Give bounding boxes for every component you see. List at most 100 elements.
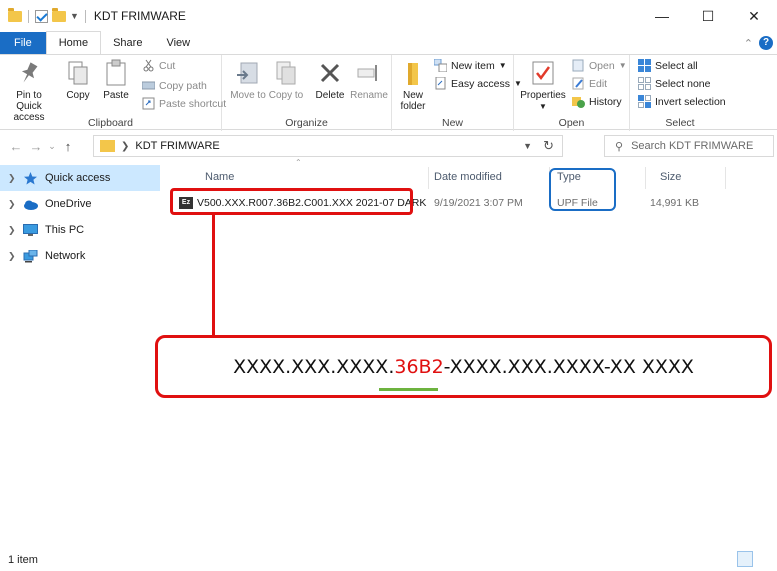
properties-check-icon bbox=[530, 59, 556, 87]
new-group-label: New bbox=[441, 117, 463, 129]
forward-arrow-icon[interactable]: → bbox=[26, 139, 46, 154]
copy-to-button[interactable]: Copy to bbox=[268, 59, 304, 101]
organize-group-label: Organize bbox=[285, 117, 328, 129]
properties-button[interactable]: Properties ▼ bbox=[518, 59, 568, 112]
column-header-name[interactable]: Name bbox=[205, 165, 234, 189]
open-icon bbox=[572, 59, 585, 72]
invert-selection-button[interactable]: Invert selection bbox=[638, 95, 726, 108]
copy-path-button[interactable]: Copy path bbox=[141, 79, 207, 92]
select-none-button[interactable]: Select none bbox=[638, 77, 710, 90]
monitor-icon bbox=[23, 223, 38, 237]
new-folder-button[interactable]: New folder bbox=[396, 59, 430, 112]
easy-access-icon bbox=[434, 76, 447, 90]
chevron-right-icon[interactable]: ❯ bbox=[8, 251, 16, 262]
copy-button[interactable]: Copy bbox=[60, 59, 96, 101]
window-controls: — ☐ ✕ bbox=[639, 0, 777, 32]
column-header-date-modified[interactable]: Date modified bbox=[434, 165, 502, 189]
paste-shortcut-button[interactable]: Paste shortcut bbox=[142, 97, 226, 110]
copy-icon bbox=[65, 59, 91, 87]
column-divider[interactable] bbox=[645, 167, 646, 189]
filename-callout: XXXX.XXX.XXXX. 36B2 -XXXX.XXX.XXXX-XX XXXX bbox=[155, 335, 772, 398]
select-all-button[interactable]: Select all bbox=[638, 59, 698, 72]
column-header-size[interactable]: Size bbox=[660, 165, 681, 189]
sidebar-item-quick-access[interactable]: ❯ Quick access bbox=[0, 165, 160, 191]
breadcrumb-chevron-icon[interactable]: ❯ bbox=[121, 141, 129, 152]
sidebar-item-onedrive[interactable]: ❯ OneDrive bbox=[0, 191, 160, 217]
recent-locations-icon[interactable]: ⌄ bbox=[46, 141, 58, 152]
cut-button[interactable]: Cut bbox=[142, 59, 175, 72]
new-item-icon bbox=[433, 58, 448, 73]
clipboard-group-label: Clipboard bbox=[88, 117, 133, 129]
cloud-icon bbox=[23, 198, 38, 211]
column-divider[interactable] bbox=[725, 167, 726, 189]
new-folder-icon[interactable] bbox=[52, 7, 66, 22]
properties-icon[interactable] bbox=[35, 9, 48, 23]
divider bbox=[28, 9, 29, 23]
sidebar-item-network[interactable]: ❯ Network bbox=[0, 243, 160, 269]
organize-group: Move to Copy to Delete Rename Organize bbox=[222, 55, 392, 131]
pin-icon bbox=[16, 59, 42, 87]
up-arrow-icon[interactable]: ↑ bbox=[58, 139, 78, 154]
column-divider[interactable] bbox=[428, 167, 429, 189]
new-folder-icon bbox=[400, 59, 426, 87]
paste-button[interactable]: Paste bbox=[98, 59, 134, 101]
large-icons-view-icon[interactable] bbox=[755, 551, 771, 567]
address-bar[interactable]: ❯ KDT FRIMWARE ▼ ↻ bbox=[93, 135, 563, 157]
item-count: 1 item bbox=[8, 553, 38, 566]
search-icon: ⚲ bbox=[615, 140, 624, 153]
easy-access-button[interactable]: Easy access ▼ bbox=[434, 76, 522, 90]
open-group: Properties ▼ Open ▼ Edit History Open bbox=[514, 55, 630, 131]
tab-share[interactable]: Share bbox=[101, 32, 154, 54]
new-item-button[interactable]: New item ▼ bbox=[433, 58, 507, 73]
customize-toolbar-icon[interactable]: ▼ bbox=[70, 11, 79, 21]
pin-to-quick-access-button[interactable]: Pin to Quick access bbox=[4, 59, 54, 123]
chevron-right-icon[interactable]: ❯ bbox=[8, 173, 16, 184]
search-input[interactable]: ⚲ Search KDT FRIMWARE bbox=[604, 135, 774, 157]
minimize-button[interactable]: — bbox=[639, 0, 685, 32]
highlight-underline bbox=[379, 388, 438, 391]
chevron-right-icon[interactable]: ❯ bbox=[8, 225, 16, 236]
rename-button[interactable]: Rename bbox=[350, 59, 388, 101]
tab-view[interactable]: View bbox=[154, 32, 202, 54]
star-icon bbox=[23, 171, 38, 185]
filename-highlight-box bbox=[170, 188, 413, 215]
select-none-icon bbox=[638, 77, 651, 90]
callout-prefix: XXXX.XXX.XXXX. bbox=[233, 355, 395, 378]
sort-ascending-icon: ⌃ bbox=[295, 158, 302, 167]
folder-icon bbox=[8, 7, 22, 22]
help-icon[interactable]: ? bbox=[759, 36, 773, 50]
open-group-label: Open bbox=[558, 117, 585, 129]
tab-home[interactable]: Home bbox=[45, 31, 102, 54]
move-to-icon bbox=[235, 59, 261, 87]
network-icon bbox=[23, 249, 38, 263]
paste-shortcut-icon bbox=[142, 97, 155, 110]
close-button[interactable]: ✕ bbox=[731, 0, 777, 32]
collapse-ribbon-icon[interactable]: ⌃ bbox=[744, 37, 753, 50]
refresh-icon[interactable]: ↻ bbox=[543, 138, 554, 154]
chevron-right-icon[interactable]: ❯ bbox=[8, 199, 16, 210]
file-date-modified: 9/19/2021 3:07 PM bbox=[434, 197, 523, 209]
window-title: KDT FRIMWARE bbox=[93, 9, 186, 23]
title-bar: ▼ KDT FRIMWARE — ☐ ✕ bbox=[0, 0, 777, 32]
quick-access-toolbar: ▼ bbox=[0, 7, 88, 23]
navigation-bar: ← → ⌄ ↑ ❯ KDT FRIMWARE ▼ ↻ ⚲ Search KDT … bbox=[0, 131, 777, 161]
details-view-icon[interactable] bbox=[737, 551, 753, 567]
back-arrow-icon[interactable]: ← bbox=[6, 139, 26, 154]
type-column-highlight-box bbox=[549, 168, 616, 211]
callout-highlight: 36B2 bbox=[394, 355, 444, 378]
history-button[interactable]: History bbox=[572, 95, 622, 108]
maximize-button[interactable]: ☐ bbox=[685, 0, 731, 32]
breadcrumb[interactable]: KDT FRIMWARE bbox=[135, 140, 219, 152]
sidebar-item-this-pc[interactable]: ❯ This PC bbox=[0, 217, 160, 243]
folder-icon bbox=[100, 140, 115, 152]
address-dropdown-icon[interactable]: ▼ bbox=[523, 141, 532, 151]
tab-file[interactable]: File bbox=[0, 32, 46, 54]
history-icon bbox=[572, 95, 585, 108]
edit-button[interactable]: Edit bbox=[572, 77, 607, 90]
move-to-button[interactable]: Move to bbox=[230, 59, 266, 101]
select-group-label: Select bbox=[665, 117, 695, 129]
open-button[interactable]: Open ▼ bbox=[572, 59, 627, 72]
ribbon-tabs: File Home Share View ⌃ ? bbox=[0, 31, 777, 54]
copy-path-icon bbox=[141, 79, 156, 92]
delete-button[interactable]: Delete bbox=[310, 59, 350, 101]
